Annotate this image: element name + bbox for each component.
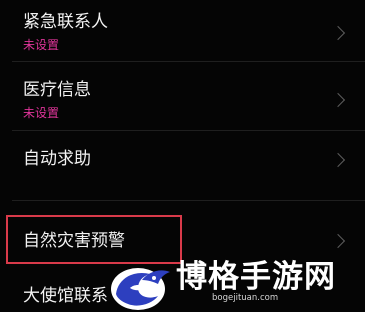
divider — [12, 61, 365, 62]
setting-status: 未设置 — [23, 38, 60, 52]
setting-title: 紧急联系人 — [23, 12, 108, 32]
watermark-url: bogejituan.com — [212, 293, 279, 303]
setting-status: 未设置 — [23, 106, 60, 120]
watermark: 博格手游网 bogejituan.com — [108, 256, 340, 312]
divider — [12, 130, 365, 131]
chevron-right-icon — [330, 233, 346, 249]
bird-logo-icon — [111, 268, 170, 310]
setting-title: 大使馆联系 — [23, 286, 108, 306]
divider — [12, 200, 365, 201]
setting-title: 医疗信息 — [23, 80, 91, 100]
setting-title: 自动求助 — [23, 149, 91, 169]
setting-emergency-contacts[interactable]: 紧急联系人 未设置 — [0, 0, 365, 60]
emergency-settings-screen: 紧急联系人 未设置 医疗信息 未设置 自动求助 自然灾害预警 大使馆联系 博格手… — [0, 0, 365, 312]
watermark-name: 博格手游网 — [176, 259, 336, 295]
setting-auto-sos[interactable]: 自动求助 — [0, 134, 365, 186]
chevron-right-icon — [330, 25, 346, 41]
setting-medical-info[interactable]: 医疗信息 未设置 — [0, 66, 365, 128]
chevron-right-icon — [330, 152, 346, 168]
chevron-right-icon — [330, 92, 346, 108]
